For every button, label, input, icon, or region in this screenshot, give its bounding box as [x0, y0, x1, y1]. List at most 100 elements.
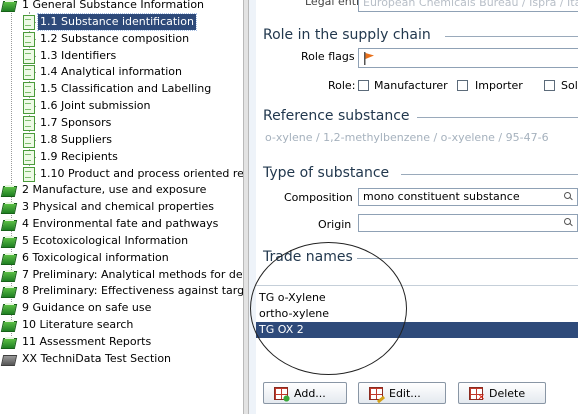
document-icon	[22, 116, 35, 131]
green-book-icon	[2, 252, 16, 264]
tree-item[interactable]: 1.8 Suppliers	[22, 132, 114, 148]
tree-item-label: 8 Preliminary: Effectiveness against tar…	[22, 284, 243, 297]
importer-checkbox[interactable]	[457, 80, 468, 91]
green-book-icon	[2, 218, 16, 230]
legal-entity-field[interactable]: European Chemicals Bureau / Ispra / Ital	[358, 0, 578, 12]
importer-label: Importer	[475, 79, 523, 92]
tree-item-label: 4 Environmental fate and pathways	[22, 217, 219, 230]
trade-name-text: TG OX 2	[259, 323, 304, 336]
tree-item[interactable]: 11 Assessment Reports	[2, 334, 153, 350]
composition-field[interactable]: mono constituent substance	[358, 188, 578, 206]
trade-name-row[interactable]: TG o-Xylene	[256, 290, 578, 306]
tree-item[interactable]: XX TechniData Test Section	[2, 351, 173, 367]
delete-table-icon	[469, 386, 485, 403]
green-book-icon	[2, 319, 16, 331]
tree-item[interactable]: 2 Manufacture, use and exposure	[2, 182, 208, 198]
document-icon	[22, 82, 35, 97]
edit-button[interactable]: Edit...	[358, 382, 446, 404]
tree-item[interactable]: 3 Physical and chemical properties	[2, 199, 216, 215]
trade-name-row[interactable]: ortho-xylene	[256, 306, 578, 322]
tree-item-label: 7 Preliminary: Analytical methods for de…	[22, 268, 243, 281]
lookup-icon[interactable]	[564, 218, 573, 227]
tree-item-label: 3 Physical and chemical properties	[22, 200, 214, 213]
green-book-icon	[2, 285, 16, 297]
green-book-icon	[2, 235, 16, 247]
section-divider	[445, 36, 578, 37]
tree-item-label: 1.3 Identifiers	[40, 49, 117, 62]
tree-item[interactable]: 1.9 Recipients	[22, 149, 120, 165]
delete-button[interactable]: Delete	[458, 382, 546, 404]
role-flags-label: Role flags	[301, 50, 355, 63]
type-section-title: Type of substance	[263, 165, 390, 181]
document-icon	[22, 150, 35, 165]
add-button[interactable]: Add...	[263, 382, 347, 404]
document-icon	[22, 133, 35, 148]
section-divider	[417, 117, 578, 118]
tree-item[interactable]: 1.4 Analytical information	[22, 64, 184, 80]
role-flags-field[interactable]	[358, 48, 578, 68]
tree-item[interactable]: 1.6 Joint submission	[22, 98, 152, 114]
tree-item[interactable]: 1.3 Identifiers	[22, 48, 118, 64]
tree-item[interactable]: 1.5 Classification and Labelling	[22, 81, 213, 97]
tree-item[interactable]: 8 Preliminary: Effectiveness against tar…	[2, 283, 243, 299]
lookup-icon[interactable]	[564, 192, 573, 201]
tree-item[interactable]: 9 Guidance on safe use	[2, 300, 153, 316]
tree-item-label: 10 Literature search	[22, 318, 134, 331]
tree-item-label: 1.5 Classification and Labelling	[40, 82, 212, 95]
tree-item-label: 1.9 Recipients	[40, 150, 118, 163]
edit-table-icon	[369, 386, 383, 400]
green-book-icon	[2, 269, 16, 281]
tree-item-label: 1.4 Analytical information	[40, 65, 182, 78]
navigation-tree: 1 General Substance Information 1.1 Subst…	[0, 0, 243, 414]
add-table-icon	[274, 386, 290, 402]
reference-substance-link[interactable]: o-xylene / 1,2-methylbenzene / o-xyelene…	[265, 131, 549, 144]
document-icon	[22, 167, 35, 182]
document-icon	[22, 32, 35, 47]
tree-item[interactable]: 1.7 Sponsors	[22, 115, 113, 131]
tree-item-label: 1.2 Substance composition	[40, 32, 190, 45]
document-icon	[22, 49, 35, 64]
gray-book-icon	[2, 354, 16, 365]
composition-label: Composition	[284, 191, 353, 204]
role-section-title: Role in the supply chain	[263, 27, 431, 43]
tree-item[interactable]: 1.2 Substance composition	[22, 31, 191, 47]
green-book-icon	[2, 336, 16, 348]
tree-item-label: 1.10 Product and process oriented re	[40, 167, 243, 180]
tree-item[interactable]: 1 General Substance Information	[2, 0, 206, 13]
trade-name-text: TG o-Xylene	[259, 291, 326, 304]
substance-form: Legal entity European Chemicals Bureau /…	[249, 0, 578, 414]
origin-field[interactable]	[358, 214, 578, 232]
tree-item[interactable]: 5 Ecotoxicological Information	[2, 233, 190, 249]
document-icon	[22, 15, 35, 30]
tree-item[interactable]: 4 Environmental fate and pathways	[2, 216, 220, 232]
tree-item-label: 1.8 Suppliers	[40, 133, 113, 146]
green-book-icon	[2, 0, 16, 11]
manufacturer-checkbox[interactable]	[358, 80, 369, 91]
tree-item-label: 5 Ecotoxicological Information	[22, 234, 189, 247]
tree-item[interactable]: 10 Literature search	[2, 317, 135, 333]
tree-item-label: 6 Toxicological information	[22, 251, 169, 264]
manufacturer-label: Manufacturer	[374, 79, 448, 92]
trade-name-text: ortho-xylene	[259, 307, 330, 320]
tree-item-label: 1.1 Substance identification	[37, 13, 197, 31]
reference-section-title: Reference substance	[263, 108, 410, 124]
composition-value: mono constituent substance	[363, 190, 520, 203]
trade-names-section-title: Trade names	[263, 249, 353, 265]
delete-button-label: Delete	[489, 386, 526, 400]
green-book-icon	[2, 184, 16, 196]
section-divider	[357, 258, 578, 259]
tree-item[interactable]: 6 Toxicological information	[2, 250, 171, 266]
tree-item[interactable]: 7 Preliminary: Analytical methods for de…	[2, 267, 243, 283]
tree-item[interactable]: 1.10 Product and process oriented re	[22, 166, 243, 182]
green-book-icon	[2, 302, 16, 314]
sole-checkbox[interactable]	[544, 80, 555, 91]
add-button-label: Add...	[294, 386, 326, 400]
role-label: Role:	[328, 79, 356, 92]
document-icon	[22, 99, 35, 114]
tree-item-label: 1 General Substance Information	[22, 0, 205, 11]
document-icon	[22, 65, 35, 80]
tree-item-selected[interactable]: 1.1 Substance identification	[22, 13, 197, 31]
sole-label: Sole	[561, 79, 578, 92]
trade-names-list[interactable]: TG o-Xylene ortho-xylene TG OX 2	[256, 285, 578, 365]
trade-name-row-selected[interactable]: TG OX 2	[256, 322, 578, 338]
